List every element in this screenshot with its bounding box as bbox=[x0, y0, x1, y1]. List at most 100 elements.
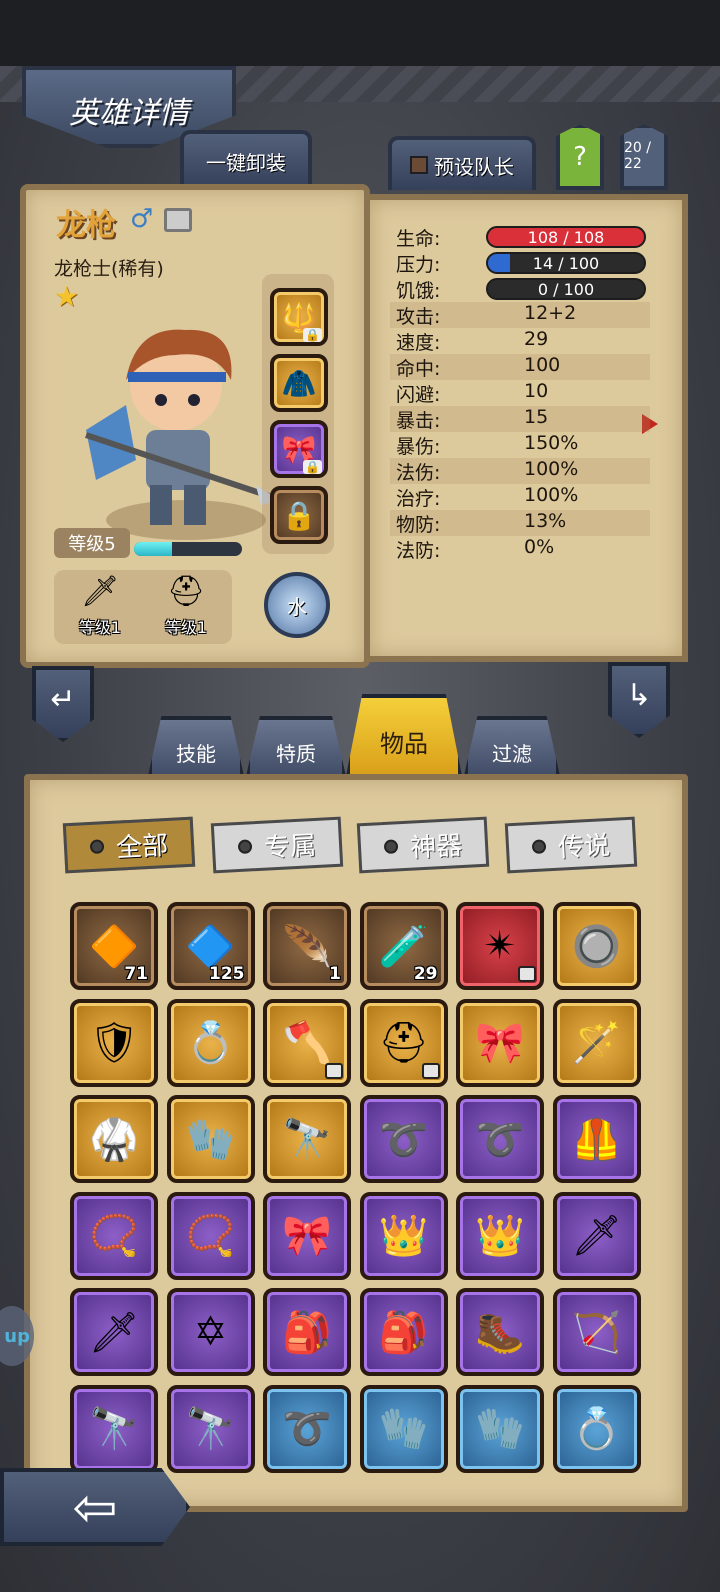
tab-filter[interactable]: 过滤 bbox=[464, 716, 560, 776]
inventory-slot[interactable]: 🗡 bbox=[70, 1288, 158, 1376]
inventory-slot[interactable]: 🛡 bbox=[70, 998, 158, 1087]
inventory-slot[interactable]: 🎒 bbox=[263, 1288, 351, 1376]
headband-icon: 🎀 bbox=[282, 1213, 332, 1259]
whip-icon: ➰ bbox=[475, 1116, 525, 1163]
inventory-slot[interactable]: 💍 bbox=[552, 1384, 641, 1473]
equipped-accessory-slot[interactable]: 🎀 🔒 bbox=[270, 420, 328, 478]
inventory-slot[interactable]: 🔭 bbox=[166, 1384, 255, 1473]
tab-traits[interactable]: 特质 bbox=[246, 716, 346, 776]
back-button[interactable]: ⇦ bbox=[0, 1468, 190, 1546]
inventory-slot[interactable]: 🔶 71 bbox=[70, 902, 158, 990]
preset-leader-toggle[interactable]: 预设队长 bbox=[388, 136, 536, 190]
help-button[interactable]: ? bbox=[556, 124, 604, 190]
filter-artifact-button[interactable]: 神器 bbox=[356, 816, 490, 874]
whip-icon: ➰ bbox=[282, 1406, 332, 1452]
inventory-slot[interactable]: ➰ bbox=[456, 1095, 544, 1183]
inventory-slot[interactable]: 🧤 bbox=[456, 1384, 544, 1473]
armor-skill[interactable]: ⛑ 等级1 bbox=[146, 570, 226, 644]
inventory-slot[interactable]: 🔷 125 bbox=[166, 902, 255, 990]
headband-icon: 🎀 bbox=[475, 1020, 525, 1066]
hp-label: 生命: bbox=[396, 228, 441, 250]
element-badge[interactable]: 水 bbox=[264, 572, 330, 638]
stat-label: 闪避: bbox=[396, 384, 441, 406]
filter-artifact-label: 神器 bbox=[409, 830, 463, 864]
inventory-slot[interactable]: 🥾 bbox=[456, 1288, 544, 1376]
inventory-slot[interactable]: 🎒 bbox=[359, 1288, 448, 1376]
inventory-slot[interactable]: ✴ bbox=[456, 902, 544, 990]
item-count: 125 bbox=[209, 964, 245, 984]
equipped-armor-slot[interactable]: 🧥 bbox=[270, 354, 328, 412]
weapon-skill[interactable]: 🗡 等级1 bbox=[60, 570, 140, 644]
tiara-icon: 👑 bbox=[378, 1213, 429, 1259]
xp-bar-fill bbox=[134, 542, 172, 556]
inventory-slot[interactable]: ⛑ bbox=[359, 998, 448, 1087]
stat-label: 治疗: bbox=[396, 488, 441, 510]
inventory-slot[interactable]: ➰ bbox=[263, 1384, 351, 1473]
gem-icon: 🔶 bbox=[89, 923, 139, 970]
inventory-slot[interactable]: 🧪 29 bbox=[359, 902, 448, 990]
inventory-slot[interactable]: 👑 bbox=[456, 1191, 544, 1280]
male-gender-icon: ♂ bbox=[130, 204, 154, 234]
inventory-slot[interactable]: 🎀 bbox=[263, 1191, 351, 1280]
stat-label: 暴伤: bbox=[396, 436, 441, 458]
filter-legendary-label: 传说 bbox=[557, 830, 611, 864]
locked-slot[interactable]: 🔒 bbox=[270, 486, 328, 544]
armor-skill-level: 等级1 bbox=[164, 618, 208, 637]
radio-dot-icon bbox=[89, 839, 105, 855]
inventory-slot[interactable]: 🎀 bbox=[456, 998, 544, 1087]
inventory-slot[interactable]: 🧤 bbox=[166, 1095, 255, 1183]
tab-items[interactable]: 物品 bbox=[346, 694, 462, 776]
stat-label: 攻击: bbox=[396, 306, 441, 328]
armor-icon: 🥋 bbox=[89, 1116, 139, 1163]
stat-label: 速度: bbox=[396, 332, 441, 354]
ring-icon: 💍 bbox=[185, 1020, 236, 1066]
filter-all-button[interactable]: 全部 bbox=[62, 816, 196, 874]
tiara-icon: 👑 bbox=[475, 1213, 525, 1259]
potion-icon: 🧪 bbox=[378, 923, 429, 970]
inventory-slot[interactable]: 🪶 1 bbox=[263, 902, 351, 990]
lock-icon bbox=[421, 1062, 440, 1079]
edit-name-icon[interactable] bbox=[164, 208, 192, 232]
inventory-slot[interactable]: 🦺 bbox=[552, 1095, 641, 1183]
stat-row: 治疗: 100% bbox=[390, 484, 650, 510]
inventory-slot[interactable]: ✡ bbox=[166, 1288, 255, 1376]
filter-legendary-button[interactable]: 传说 bbox=[504, 816, 638, 874]
stat-label: 命中: bbox=[396, 358, 441, 380]
filter-exclusive-button[interactable]: 专属 bbox=[210, 816, 344, 874]
inventory-slot[interactable]: 🏹 bbox=[552, 1288, 641, 1376]
stat-value: 150% bbox=[524, 432, 579, 454]
sword-icon: 🗡 bbox=[80, 574, 120, 609]
gauntlet-icon: 🧤 bbox=[185, 1116, 236, 1163]
lock-icon: 🔒 bbox=[303, 460, 322, 474]
stat-value: 10 bbox=[524, 380, 549, 402]
stat-label: 暴击: bbox=[396, 410, 441, 432]
inventory-slot[interactable]: 🥋 bbox=[70, 1095, 158, 1183]
radio-dot-icon bbox=[237, 839, 253, 855]
page-title: 英雄详情 bbox=[69, 96, 189, 131]
inventory-slot[interactable]: ➰ bbox=[359, 1095, 448, 1183]
inventory-slot[interactable]: 🔭 bbox=[263, 1095, 351, 1183]
equipped-weapon-slot[interactable]: 🔱 🔒 bbox=[270, 288, 328, 346]
inventory-slot[interactable]: 👑 bbox=[359, 1191, 448, 1280]
amulet-icon: 🔘 bbox=[571, 923, 622, 970]
tab-skills[interactable]: 技能 bbox=[148, 716, 244, 776]
hero-portrait bbox=[85, 329, 282, 525]
inventory-slot[interactable]: 💍 bbox=[166, 998, 255, 1087]
inventory-slot[interactable]: 🔘 bbox=[552, 902, 641, 990]
inventory-slot[interactable]: 🔭 bbox=[70, 1384, 158, 1473]
stat-row: 物防: 13% bbox=[390, 510, 650, 536]
roster-count: 20 / 22 bbox=[620, 124, 668, 190]
unequip-all-button[interactable]: 一键卸装 bbox=[180, 130, 312, 188]
lock-icon: 🔒 bbox=[303, 328, 322, 342]
stat-row: 命中: 100 bbox=[390, 354, 650, 380]
inventory-slot[interactable]: 🪓 bbox=[263, 998, 351, 1087]
inventory-slot[interactable]: 🪄 bbox=[552, 998, 641, 1087]
inventory-slot[interactable]: 🗡 bbox=[552, 1191, 641, 1280]
inventory-slot[interactable]: 🧤 bbox=[359, 1384, 448, 1473]
inventory-slot[interactable]: 📿 bbox=[166, 1191, 255, 1280]
preset-leader-checkbox[interactable] bbox=[410, 156, 428, 174]
backpack-icon: 🎒 bbox=[282, 1309, 332, 1356]
inventory-slot[interactable]: 📿 bbox=[70, 1191, 158, 1280]
stat-value: 15 bbox=[524, 406, 549, 428]
hp-value: 108 / 108 bbox=[527, 227, 605, 247]
